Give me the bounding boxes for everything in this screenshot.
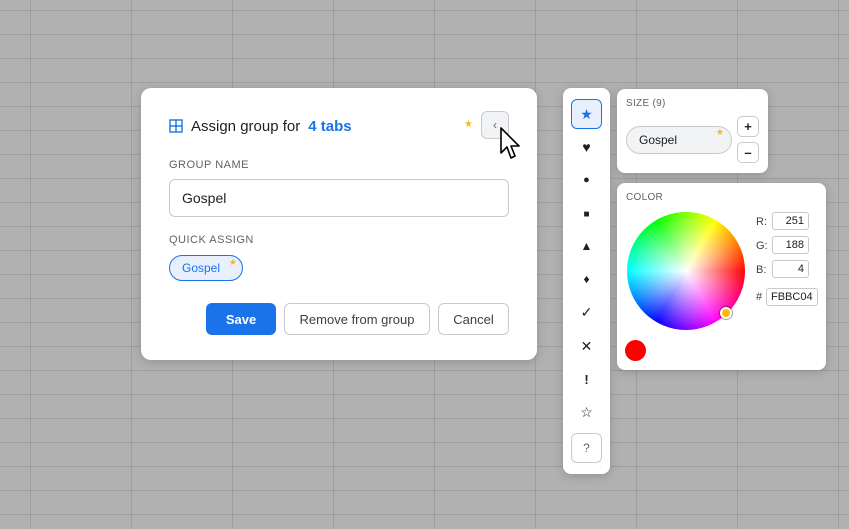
triangle-icon: ▲: [580, 239, 593, 253]
check-icon: ✓: [580, 303, 593, 320]
chevron-left-icon: ‹: [493, 118, 497, 132]
color-wheel-handle[interactable]: [720, 307, 732, 319]
size-chip-star-icon: ★: [715, 127, 724, 137]
size-chip-label: Gospel: [639, 133, 678, 147]
quick-assign-label: QUICK ASSIGN: [169, 234, 254, 246]
heart-icon: ♥: [582, 139, 591, 155]
cross-icon: ✕: [580, 337, 593, 354]
diamond-icon: ♦: [583, 272, 590, 286]
dialog-header: Assign group for 4 tabs: [169, 116, 352, 136]
minus-icon: –: [744, 145, 752, 160]
symbol-toolbar: ★ ♥ ● ■ ▲ ♦ ✓ ✕ ! ☆ ?: [563, 88, 610, 474]
b-label: B:: [756, 264, 767, 276]
circle-icon: ●: [583, 174, 590, 186]
symbol-cross[interactable]: ✕: [571, 331, 602, 361]
question-icon: ?: [583, 441, 590, 455]
size-label: SIZE (9): [626, 98, 666, 109]
r-input[interactable]: [772, 212, 809, 230]
symbol-triangle[interactable]: ▲: [571, 231, 602, 261]
plus-icon: +: [744, 119, 752, 134]
color-wheel[interactable]: [627, 212, 745, 330]
hex-hash-label: #: [756, 291, 763, 303]
color-swatch[interactable]: [625, 340, 646, 361]
symbol-check[interactable]: ✓: [571, 297, 602, 327]
dialog-title: Assign group for: [191, 117, 301, 135]
color-label: COLOR: [626, 192, 664, 203]
size-preview-chip: Gospel ★: [626, 126, 732, 154]
group-name-label: GROUP NAME: [169, 159, 249, 171]
r-label: R:: [756, 216, 767, 228]
quick-assign-chip[interactable]: Gospel ★: [169, 255, 243, 281]
group-name-input[interactable]: [169, 179, 509, 217]
mouse-cursor-icon: [500, 127, 520, 159]
symbol-circle[interactable]: ●: [571, 165, 602, 195]
symbol-star-outline[interactable]: ☆: [571, 397, 602, 427]
color-panel: COLOR R: G: B: #: [617, 183, 826, 370]
b-input[interactable]: [772, 260, 809, 278]
exclamation-icon: !: [584, 371, 589, 387]
symbol-star-filled[interactable]: ★: [571, 99, 602, 129]
square-icon: ■: [583, 208, 590, 220]
save-button[interactable]: Save: [206, 303, 276, 335]
hex-input[interactable]: [766, 288, 818, 306]
g-label: G:: [756, 240, 768, 252]
assign-group-dialog: Assign group for 4 tabs ★ ‹ GROUP NAME Q…: [141, 88, 537, 360]
g-input[interactable]: [772, 236, 809, 254]
tab-group-grid-icon: [169, 119, 183, 133]
header-star-icon: ★: [464, 119, 473, 130]
symbol-question[interactable]: ?: [571, 433, 602, 463]
size-decrease-button[interactable]: –: [737, 142, 759, 163]
chip-star-icon: ★: [228, 257, 237, 267]
symbol-exclamation[interactable]: !: [571, 364, 602, 394]
remove-from-group-button[interactable]: Remove from group: [284, 303, 430, 335]
quick-assign-chip-label: Gospel: [182, 261, 221, 275]
symbol-diamond[interactable]: ♦: [571, 264, 602, 294]
star-outline-icon: ☆: [580, 403, 593, 420]
tab-count: 4 tabs: [308, 117, 352, 135]
symbol-square[interactable]: ■: [571, 199, 602, 229]
star-filled-icon: ★: [580, 105, 593, 122]
cancel-button[interactable]: Cancel: [438, 303, 509, 335]
symbol-heart[interactable]: ♥: [571, 132, 602, 162]
size-panel: SIZE (9) Gospel ★ + –: [617, 89, 768, 173]
size-increase-button[interactable]: +: [737, 116, 759, 137]
